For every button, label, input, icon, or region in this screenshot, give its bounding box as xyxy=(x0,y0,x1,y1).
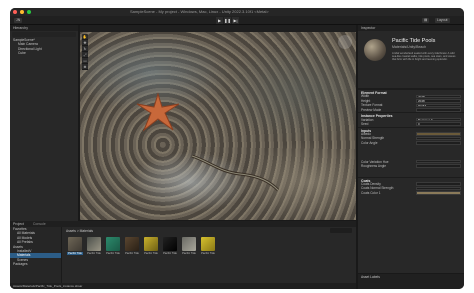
field-width: Width 2048 xyxy=(358,94,464,99)
coats-color-swatch[interactable] xyxy=(416,191,461,195)
asset-path: Assets/Materials/Pacific_Tide_Pools_inst… xyxy=(10,283,356,289)
texture-format-select[interactable]: RGBA xyxy=(416,103,461,108)
thumbnail-2[interactable] xyxy=(87,237,101,251)
inspector-panel: Inspector Pacific Tide Pools Materials/U… xyxy=(358,25,464,273)
project-panel: Project Console Favorites All Materials … xyxy=(10,221,356,289)
field-color-variation-hue: Color Variation Hue xyxy=(358,159,464,164)
thumbnail-label-1: Pacific Tide xyxy=(67,252,83,255)
play-icon[interactable]: ▶ xyxy=(216,17,223,24)
field-coats-color-1: Coats Color 1 xyxy=(358,191,464,196)
field-coats-normal-strength: Coats Normal Strength xyxy=(358,186,464,191)
field-normal-strength: Normal Strength xyxy=(358,136,464,141)
transform-tool-icon[interactable]: ⊕ xyxy=(82,64,88,70)
unity-window: SampleScene - My project - Windows, Mac,… xyxy=(10,8,464,289)
window-title: SampleScene - My project - Windows, Mac,… xyxy=(130,9,269,14)
color-variation-hue-slider[interactable] xyxy=(416,159,461,164)
breadcrumb-assets[interactable]: Assets xyxy=(66,229,76,233)
tab-console[interactable]: Console xyxy=(33,222,46,226)
thumbnail-label-8: Pacific Tide xyxy=(201,252,215,255)
thumbnail-4[interactable] xyxy=(125,237,139,251)
scene-viewport[interactable]: ✋ ✥ ↻ ⤢ ▭ ⊕ xyxy=(80,32,356,220)
step-icon[interactable]: ▶| xyxy=(232,17,239,24)
material-subtitle: Materials/Unity/Beach xyxy=(392,45,427,49)
width-input[interactable]: 2048 xyxy=(416,94,461,99)
field-seed: Seed 0 xyxy=(358,122,464,127)
asset-labels-bar: Asset Labels xyxy=(358,274,464,289)
maximize-window-button[interactable] xyxy=(27,10,31,14)
thumbnail-label-3: Pacific Tide xyxy=(106,252,120,255)
inputs-spacer xyxy=(358,145,464,159)
project-tree: Favorites All Materials All Models All P… xyxy=(10,227,62,289)
scene-tool-palette: ✋ ✥ ↻ ⤢ ▭ ⊕ xyxy=(82,34,88,70)
tab-project[interactable]: Project xyxy=(13,222,24,226)
field-variation: Variation Beginner II xyxy=(358,117,464,122)
material-description: A tidal wonderland sealed with every tid… xyxy=(392,52,456,62)
sea-star-icon xyxy=(136,92,180,132)
field-texture-format: Texture Format RGBA xyxy=(358,103,464,108)
hierarchy-item-cube[interactable]: Cube xyxy=(10,51,78,55)
variation-select[interactable]: Beginner II xyxy=(416,117,461,122)
coats-spacer xyxy=(358,169,464,177)
thumbnail-label-5: Pacific Tide xyxy=(144,252,158,255)
project-search-input[interactable] xyxy=(330,228,352,233)
thumbnail-3[interactable] xyxy=(106,237,120,251)
thumbnail-label-6: Pacific Tide xyxy=(163,252,177,255)
field-color-angle: Color Angle xyxy=(358,141,464,146)
layout-dropdown[interactable]: Layout xyxy=(435,18,450,23)
title-bar: SampleScene - My project - Windows, Mac,… xyxy=(10,8,464,16)
thumbnail-6[interactable] xyxy=(163,237,177,251)
pause-icon[interactable]: ❚❚ xyxy=(224,17,231,24)
normal-strength-slider[interactable] xyxy=(416,136,461,141)
thumbnail-7[interactable] xyxy=(182,237,196,251)
field-height: Height 2048 xyxy=(358,99,464,104)
thumbnail-label-4: Pacific Tide xyxy=(125,252,139,255)
color-angle-slider[interactable] xyxy=(416,141,461,145)
field-roughness-angle: Roughness Angle xyxy=(358,164,464,169)
hierarchy-tab[interactable]: Hierarchy xyxy=(10,25,78,31)
minimize-window-button[interactable] xyxy=(20,10,24,14)
close-window-button[interactable] xyxy=(13,10,17,14)
albedo-color-swatch[interactable] xyxy=(416,132,461,136)
tree-packages[interactable]: Packages xyxy=(10,262,61,266)
layers-dropdown[interactable]: ▤ xyxy=(422,18,430,23)
kelp-strand-icon xyxy=(191,154,280,192)
breadcrumb: Assets > Materials xyxy=(66,229,94,233)
thumbnail-label-7: Pacific Tide xyxy=(182,252,196,255)
seed-input[interactable]: 0 xyxy=(416,122,461,127)
coats-density-slider[interactable] xyxy=(416,182,461,186)
field-albedo: Albedo xyxy=(358,132,464,137)
material-header: Pacific Tide Pools Materials/Unity/Beach… xyxy=(358,31,464,89)
orientation-gizmo-icon[interactable] xyxy=(338,35,352,49)
account-button[interactable]: JN xyxy=(14,18,23,23)
scene-tabs: Scene Game xyxy=(80,25,356,41)
thumbnail-1[interactable] xyxy=(68,237,82,251)
asset-labels-label[interactable]: Asset Labels xyxy=(358,274,464,280)
breadcrumb-materials[interactable]: Materials xyxy=(80,229,93,233)
thumbnail-5[interactable] xyxy=(144,237,158,251)
preview-mode-toggle[interactable] xyxy=(416,108,461,112)
height-input[interactable]: 2048 xyxy=(416,99,461,103)
main-toolbar: JN ▶ ❚❚ ▶| ▤ Layout xyxy=(10,16,464,25)
hierarchy-search-input[interactable] xyxy=(12,32,76,37)
thumbnail-8[interactable] xyxy=(201,237,215,251)
material-preview-sphere xyxy=(364,39,386,61)
thumbnail-label-2: Pacific Tide xyxy=(87,252,101,255)
roughness-angle-slider[interactable] xyxy=(416,164,461,169)
coats-normal-strength-slider[interactable] xyxy=(416,186,461,191)
field-preview-mode: Preview Mode xyxy=(358,108,464,113)
field-coats-density: Coats Density xyxy=(358,182,464,187)
hierarchy-panel: Hierarchy SampleScene* Main Camera Direc… xyxy=(10,25,78,221)
material-title: Pacific Tide Pools xyxy=(392,38,436,44)
